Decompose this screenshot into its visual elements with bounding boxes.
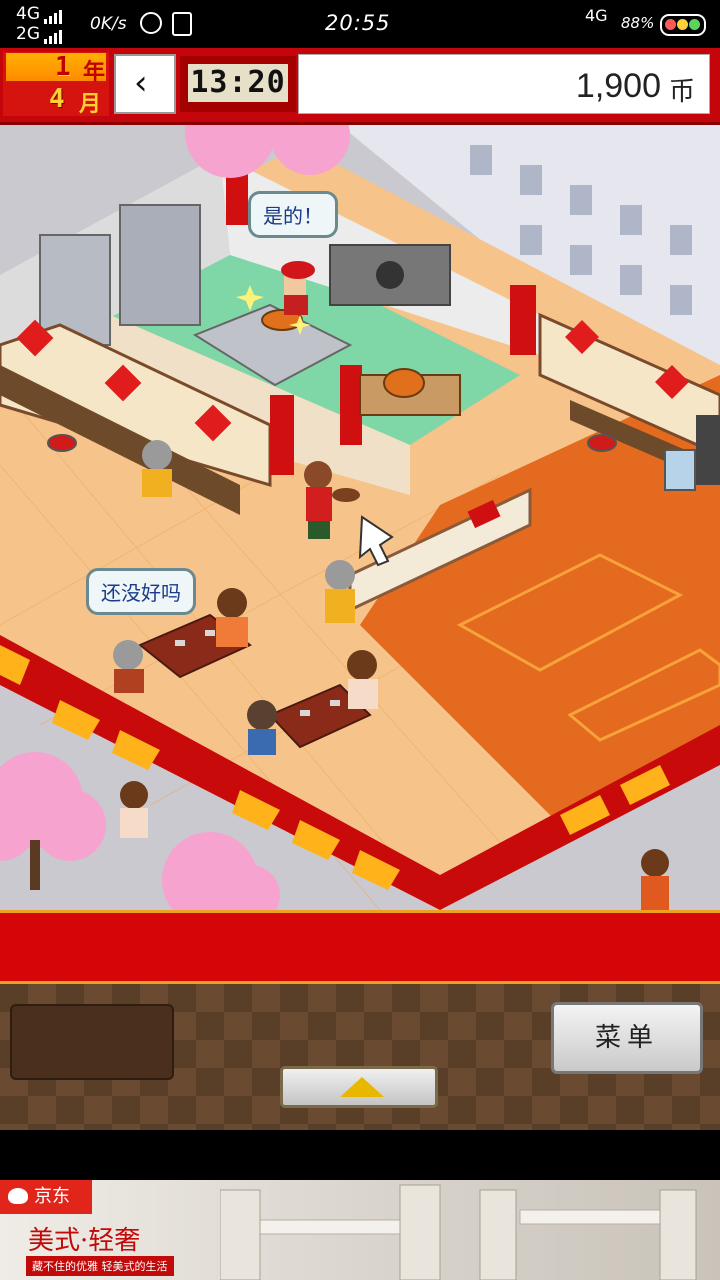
info-slot xyxy=(10,1004,174,1080)
network-speed: 0K/s xyxy=(90,14,127,34)
customer-4 xyxy=(216,588,248,647)
passerby-character xyxy=(120,781,148,838)
ad-tagline: 藏不住的优雅 轻美式的生活 xyxy=(26,1256,174,1276)
chef-speech-bubble: 是的！ xyxy=(248,191,338,238)
battery-percent: 88% xyxy=(621,14,655,32)
signal-icon xyxy=(44,4,64,24)
ad-headline: 美式·轻奢 xyxy=(28,1226,141,1256)
ad-banner[interactable]: 京东 美式·轻奢 藏不住的优雅 轻美式的生活 xyxy=(0,1180,720,1280)
network-indicator: 4G 2G xyxy=(16,4,64,44)
message-bar xyxy=(0,910,720,984)
network-top-label: 4G xyxy=(16,4,40,24)
jd-dog-icon xyxy=(8,1188,28,1204)
currency-unit: 币 xyxy=(668,77,695,107)
status-time: 20:55 xyxy=(325,11,391,35)
customer-grey-2 xyxy=(325,560,355,623)
sim-icon xyxy=(172,12,192,36)
money-display: 1,900 币 xyxy=(298,54,710,114)
ad-furniture-image xyxy=(220,1184,697,1280)
month-number: 4 xyxy=(49,84,65,114)
ad-brand-logo: 京东 xyxy=(0,1180,92,1214)
battery-icon xyxy=(660,14,706,36)
speed-toggle-button[interactable]: ‹ xyxy=(114,54,176,114)
menu-button[interactable]: 菜单 xyxy=(551,1002,703,1074)
month-unit: 月 xyxy=(79,92,102,117)
arrow-up-icon xyxy=(340,1077,384,1097)
money-value: 1,900 xyxy=(575,67,661,105)
game-hud: 1 年 4 月 ‹ 13:20 1,900 币 xyxy=(0,48,720,125)
network-bottom-label: 2G xyxy=(16,24,40,44)
status-bar: 4G 2G 0K/s 20:55 4G 88% xyxy=(0,0,720,48)
customer-speech-bubble: 还没好吗 xyxy=(86,568,196,615)
customer-5 xyxy=(347,650,378,709)
game-clock: 13:20 xyxy=(180,56,296,112)
passerby-character-2 xyxy=(641,849,669,910)
game-clock-time: 13:20 xyxy=(188,64,288,102)
sync-icon xyxy=(140,12,162,34)
year-unit: 年 xyxy=(83,60,106,85)
separator xyxy=(0,1130,720,1180)
signal-icon xyxy=(44,24,64,44)
year-number: 1 xyxy=(55,52,71,82)
restaurant-scene[interactable]: 是的！ 还没好吗 xyxy=(0,125,720,910)
network-right-label: 4G xyxy=(585,6,608,25)
ad-brand-label: 京东 xyxy=(34,1186,70,1207)
chevron-left-icon: ‹ xyxy=(134,63,148,103)
date-display: 1 年 4 月 xyxy=(3,52,109,117)
expand-panel-button[interactable] xyxy=(280,1066,438,1108)
